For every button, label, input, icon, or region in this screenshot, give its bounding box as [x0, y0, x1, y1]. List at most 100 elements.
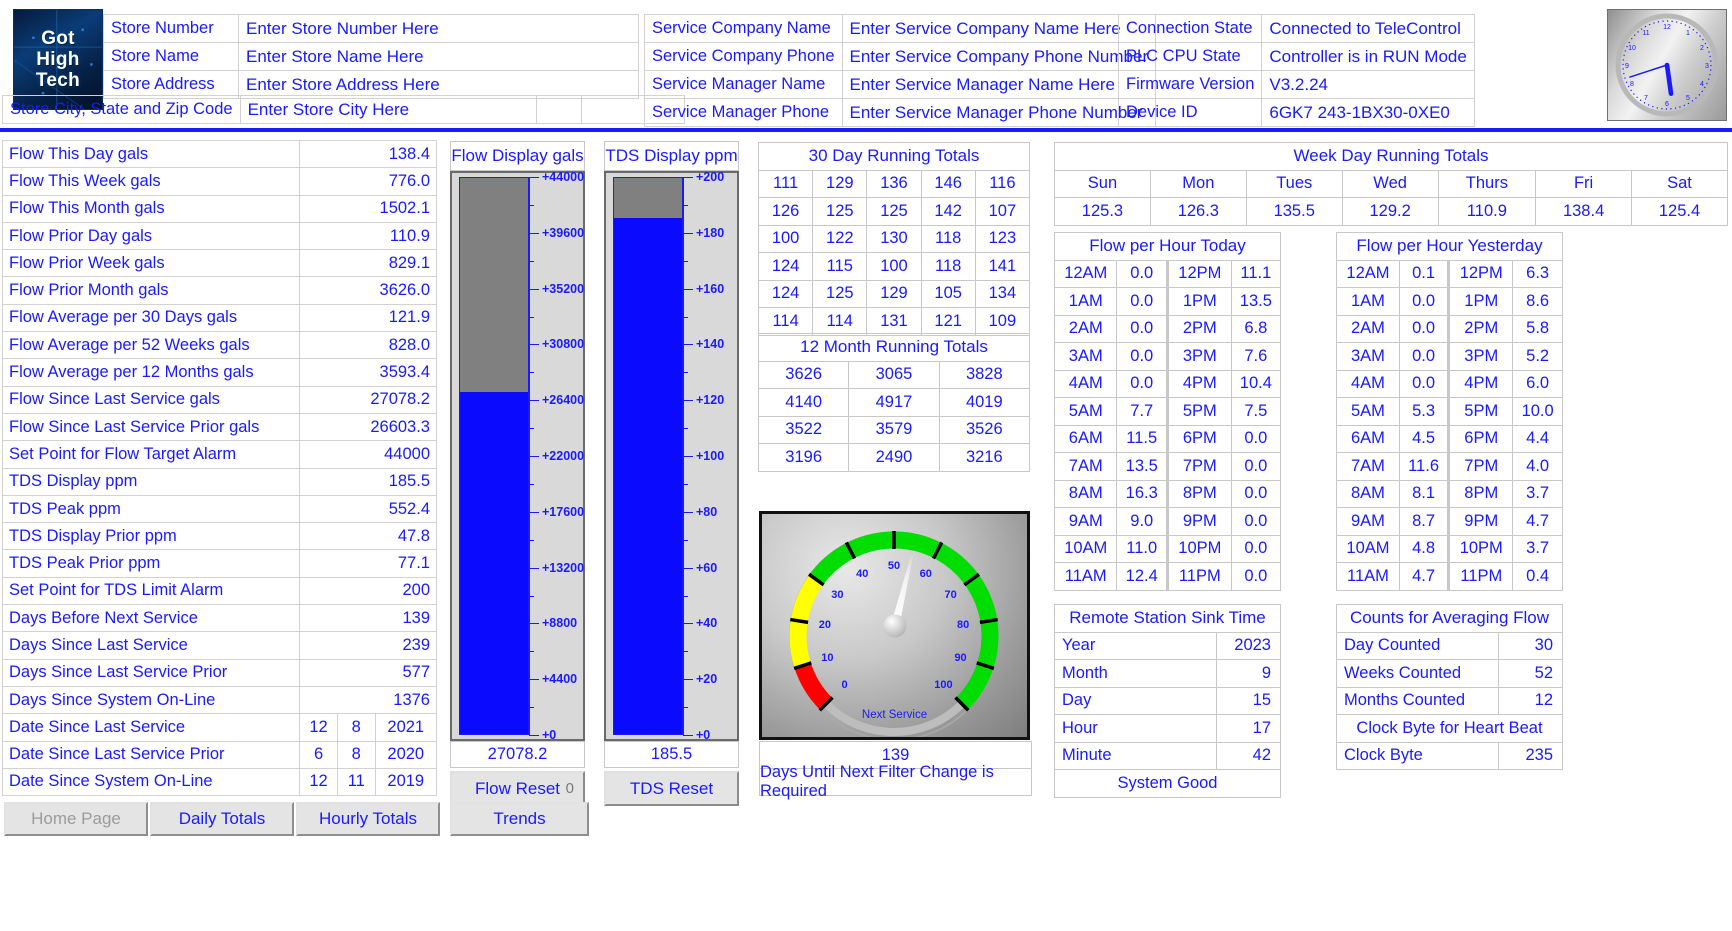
row-label: Day Counted	[1336, 631, 1499, 660]
service-manager-name-field[interactable]: Enter Service Manager Name Here	[841, 70, 1157, 99]
svg-text:12: 12	[1663, 24, 1671, 31]
hourly-totals-button[interactable]: Hourly Totals	[296, 802, 440, 836]
minor-tick-mark	[683, 483, 688, 485]
date-day: 6	[299, 740, 338, 769]
table-cell: 123	[974, 224, 1031, 253]
gauge-scale-number: 10	[821, 651, 834, 664]
hour-pm-value: 7.5	[1230, 397, 1282, 426]
hour-pm-label: 4PM	[1165, 369, 1232, 398]
table-row: Service Manager Phone Enter Service Mana…	[644, 98, 1157, 127]
table-row: Store Number Enter Store Number Here	[103, 14, 639, 43]
hour-am-label: 12AM	[1053, 259, 1118, 288]
hour-pm-label: 3PM	[1165, 342, 1232, 371]
gauge-scale-number: 60	[919, 567, 932, 580]
hour-am-value: 0.0	[1116, 259, 1168, 288]
flow-bar-tube: +44000 +39600 +35200 +30800 +26400 +22000 +176…	[450, 170, 585, 742]
device-info-table: Connection State Connected to TeleContro…	[1117, 14, 1475, 127]
plc-cpu-state-value: Controller is in RUN Mode	[1261, 42, 1475, 71]
table-row: TDS Peak Prior ppm 77.1	[1, 549, 437, 578]
hour-pm-value: 10.4	[1230, 369, 1282, 398]
weekday-value: 110.9	[1437, 197, 1537, 226]
gauge-hub	[883, 614, 906, 637]
hour-pm-label: 11PM	[1165, 562, 1232, 591]
date-label: Date Since Last Service Prior	[1, 740, 301, 769]
param-value: 121.9	[299, 303, 437, 333]
tds-reset-button[interactable]: TDS Reset	[604, 771, 739, 806]
hour-am-label: 4AM	[1336, 369, 1400, 398]
store-number-field[interactable]: Enter Store Number Here	[238, 14, 639, 43]
row-label: Minute	[1054, 741, 1217, 770]
service-company-name-field[interactable]: Enter Service Company Name Here	[841, 14, 1157, 43]
row-value: 52	[1498, 659, 1563, 688]
hourly-totals-label: Hourly Totals	[319, 809, 417, 828]
table-row: 11AM 4.7 11PM 0.4	[1336, 562, 1563, 591]
hour-pm-value: 4.4	[1512, 424, 1563, 453]
table-cell: 3579	[848, 415, 940, 444]
tick-label: +140	[696, 337, 725, 352]
hour-am-value: 0.0	[1398, 314, 1450, 343]
table-row: 12 Month Running Totals	[758, 333, 1030, 362]
table-row: System Good	[1054, 769, 1281, 798]
table-row: 8AM 8.1 8PM 3.7	[1336, 479, 1563, 508]
param-label: Days Since System On-Line	[1, 685, 301, 715]
store-city-field[interactable]: Enter Store City Here	[239, 95, 537, 124]
svg-text:4: 4	[1700, 81, 1704, 88]
tick-mark	[529, 567, 539, 569]
table-row: Flow This Week gals 776.0	[1, 167, 437, 196]
weekday-value: 125.3	[1054, 197, 1151, 226]
hour-am-value: 0.0	[1116, 314, 1168, 343]
hour-pm-value: 5.2	[1512, 342, 1563, 371]
table-row: 3626 3065 3828	[757, 360, 1031, 389]
table-row: Days Since System On-Line 1376	[1, 685, 437, 715]
param-label: TDS Peak ppm	[1, 494, 301, 524]
service-manager-phone-label: Service Manager Phone	[644, 98, 843, 127]
clock-widget: 12 1 2 345 678 9 10 11	[1607, 9, 1727, 121]
hour-pm-label: 10PM	[1447, 534, 1514, 563]
tick-label: +44000	[542, 170, 585, 184]
table-row: Date Since System On-Line 12 11 2019	[1, 767, 438, 797]
table-row: Flow Prior Day gals 110.9	[1, 221, 437, 251]
hour-am-label: 7AM	[1053, 452, 1118, 481]
gauge-scale-number: 30	[831, 588, 844, 601]
table-row: Minute 42	[1054, 741, 1281, 770]
table-row: 124 115 100 118 141	[757, 252, 1031, 281]
param-value: 139	[299, 604, 437, 633]
service-manager-phone-field[interactable]: Enter Service Manager Phone Number	[841, 98, 1157, 127]
table-row: Service Manager Name Enter Service Manag…	[644, 70, 1157, 99]
daily-totals-button[interactable]: Daily Totals	[150, 802, 294, 836]
trends-button[interactable]: Trends	[450, 802, 589, 836]
flow-reset-button[interactable]: Flow Reset 0	[450, 771, 585, 806]
hour-am-value: 11.0	[1116, 534, 1168, 563]
header-divider	[0, 128, 1732, 132]
table-row: 11AM 12.4 11PM 0.0	[1053, 562, 1282, 591]
table-row: Flow Prior Week gals 829.1	[1, 249, 437, 278]
tick-mark	[529, 623, 539, 625]
table-cell: 146	[920, 169, 976, 198]
heartbeat-title: Clock Byte for Heart Beat	[1336, 714, 1563, 743]
row-value: 42	[1216, 741, 1281, 770]
weekday-header: Fri	[1535, 169, 1633, 198]
param-value: 1376	[299, 685, 437, 715]
home-page-button[interactable]: Home Page	[4, 802, 148, 836]
tick-mark	[683, 567, 693, 569]
store-city-label: Store City, State and Zip Code	[2, 95, 241, 124]
store-name-field[interactable]: Enter Store Name Here	[238, 42, 639, 71]
svg-text:2: 2	[1700, 45, 1704, 52]
service-company-phone-field[interactable]: Enter Service Company Phone Number	[841, 42, 1157, 71]
hour-pm-value: 7.6	[1230, 342, 1282, 371]
param-value: 27078.2	[299, 385, 437, 414]
hour-pm-label: 5PM	[1447, 397, 1514, 426]
tick-label: +13200	[542, 560, 585, 575]
param-value: 44000	[299, 440, 437, 469]
analog-clock-icon: 1212 345 678 91011	[1615, 13, 1719, 117]
tick-label: +0	[542, 728, 557, 742]
table-row: Date Since Last Service Prior 6 8 2020	[1, 740, 438, 769]
table-row: Clock Byte 235	[1336, 741, 1563, 770]
table-row: 124 125 129 105 134	[757, 279, 1031, 308]
service-company-name-label: Service Company Name	[644, 14, 843, 43]
parameters-table: Flow This Day gals 138.4 Flow This Week ga…	[1, 139, 438, 797]
store-state-field[interactable]	[535, 95, 582, 124]
table-cell: 3626	[757, 360, 850, 389]
running-30day-title: 30 Day Running Totals	[758, 142, 1030, 171]
param-value: 200	[299, 576, 437, 606]
